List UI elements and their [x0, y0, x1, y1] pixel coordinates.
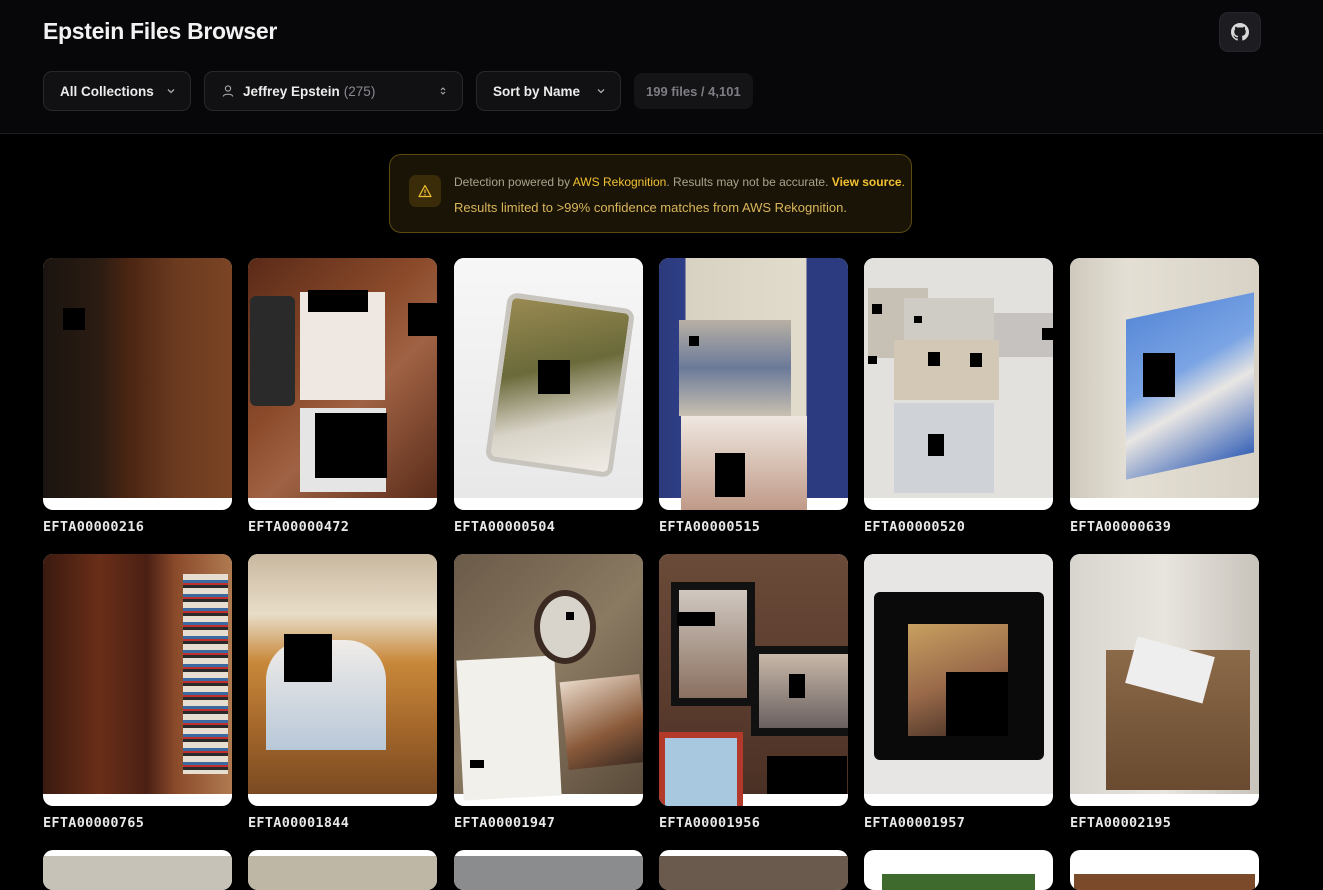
notice-end: .	[901, 175, 905, 189]
file-card[interactable]: EFTA00000504	[454, 258, 643, 535]
file-card[interactable]: EFTA00002195	[1070, 554, 1259, 831]
detection-notice: Detection powered by AWS Rekognition. Re…	[389, 154, 912, 233]
file-card[interactable]: EFTA00001947	[454, 554, 643, 831]
file-thumbnail[interactable]	[454, 258, 643, 510]
collections-select[interactable]: All Collections	[43, 71, 191, 111]
file-thumbnail[interactable]	[864, 554, 1053, 806]
file-thumbnail[interactable]	[1070, 850, 1259, 890]
file-thumbnail[interactable]	[659, 258, 848, 510]
file-card[interactable]: EFTA00001956	[659, 554, 848, 831]
file-name: EFTA00000515	[659, 519, 761, 535]
person-name: Jeffrey Epstein	[243, 83, 340, 99]
file-thumbnail[interactable]	[659, 554, 848, 806]
notice-middle: . Results may not be accurate.	[666, 175, 832, 189]
file-thumbnail[interactable]	[43, 850, 232, 890]
file-thumbnail[interactable]	[248, 554, 437, 806]
file-thumbnail[interactable]	[659, 850, 848, 890]
file-thumbnail[interactable]	[248, 258, 437, 510]
file-thumbnail[interactable]	[864, 258, 1053, 510]
file-name: EFTA00000765	[43, 815, 145, 831]
file-card[interactable]: EFTA00000765	[43, 554, 232, 831]
github-button[interactable]	[1219, 12, 1261, 52]
chevron-down-icon	[597, 89, 605, 94]
file-name: EFTA00002195	[1070, 815, 1172, 831]
file-name: EFTA00000504	[454, 519, 556, 535]
file-card[interactable]: EFTA00000216	[43, 258, 232, 535]
file-thumbnail[interactable]	[454, 554, 643, 806]
file-card[interactable]: EFTA00000639	[1070, 258, 1259, 535]
file-card[interactable]	[43, 850, 232, 890]
warning-icon	[409, 175, 441, 207]
person-count: (275)	[343, 83, 376, 99]
chevron-up-down-icon	[440, 87, 446, 95]
sort-select-value: Sort by Name	[493, 83, 581, 99]
file-count-badge: 199 files / 4,101	[634, 73, 753, 109]
person-select[interactable]: Jeffrey Epstein (275)	[204, 71, 463, 111]
file-name: EFTA00000216	[43, 519, 145, 535]
collections-select-value: All Collections	[60, 83, 154, 99]
notice-prefix: Detection powered by	[454, 175, 573, 189]
header: Epstein Files Browser All Collections Je…	[0, 0, 1323, 134]
file-card[interactable]	[659, 850, 848, 890]
file-thumbnail[interactable]	[248, 850, 437, 890]
file-thumbnail[interactable]	[43, 554, 232, 806]
file-card[interactable]	[454, 850, 643, 890]
file-thumbnail[interactable]	[1070, 554, 1259, 806]
file-thumbnail[interactable]	[43, 258, 232, 510]
file-card[interactable]: EFTA00000472	[248, 258, 437, 535]
person-icon	[222, 85, 234, 97]
notice-line-2: Results limited to >99% confidence match…	[454, 200, 847, 215]
file-card[interactable]	[864, 850, 1053, 890]
file-thumbnail[interactable]	[864, 850, 1053, 890]
file-name: EFTA00001956	[659, 815, 761, 831]
aws-rekognition-link[interactable]: AWS Rekognition	[573, 175, 667, 189]
file-name: EFTA00000520	[864, 519, 966, 535]
file-name: EFTA00001947	[454, 815, 556, 831]
file-card[interactable]: EFTA00001957	[864, 554, 1053, 831]
file-name: EFTA00000472	[248, 519, 350, 535]
file-card[interactable]: EFTA00001844	[248, 554, 437, 831]
file-card[interactable]: EFTA00000515	[659, 258, 848, 535]
file-name: EFTA00000639	[1070, 519, 1172, 535]
file-card[interactable]: EFTA00000520	[864, 258, 1053, 535]
view-source-link[interactable]: View source	[832, 175, 902, 189]
file-name: EFTA00001957	[864, 815, 966, 831]
file-card[interactable]	[248, 850, 437, 890]
notice-line-1: Detection powered by AWS Rekognition. Re…	[454, 175, 905, 189]
chevron-down-icon	[167, 89, 175, 94]
file-name: EFTA00001844	[248, 815, 350, 831]
sort-select[interactable]: Sort by Name	[476, 71, 621, 111]
file-card[interactable]	[1070, 850, 1259, 890]
page-title: Epstein Files Browser	[43, 18, 277, 44]
file-thumbnail[interactable]	[454, 850, 643, 890]
github-icon	[1231, 23, 1249, 41]
file-thumbnail[interactable]	[1070, 258, 1259, 510]
